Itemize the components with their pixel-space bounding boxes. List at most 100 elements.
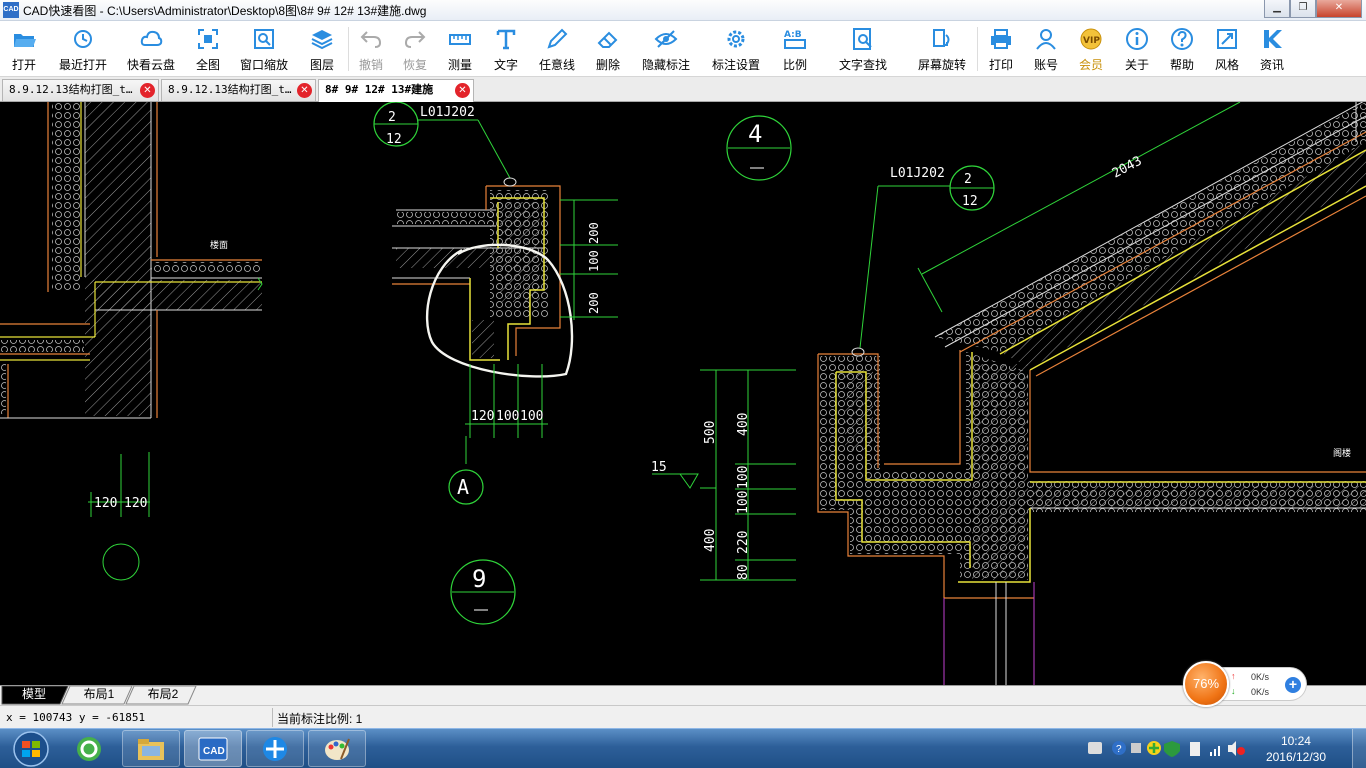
taskbar-explorer-button[interactable] [122, 730, 180, 767]
tab-label: 8.9.12.13结构打图_t… [168, 83, 292, 96]
dim-100-mid: 100 [587, 250, 601, 272]
info-icon [1125, 27, 1149, 51]
keyboard-icon[interactable] [1088, 742, 1102, 754]
close-tab-icon[interactable]: ✕ [455, 83, 470, 98]
toolbar-button-15[interactable]: A:B 比例 [771, 21, 819, 77]
elevation-15: 15 [651, 460, 667, 475]
toolbar-button-label: 账号 [1033, 58, 1058, 72]
volume-muted-icon[interactable] [1228, 741, 1245, 756]
system-tray: ? 10:24 2016/12/30 [1076, 729, 1366, 768]
toolbar-button-16[interactable]: 文字查找 [819, 21, 907, 77]
toolbar-button-22[interactable]: 帮助 [1160, 21, 1204, 77]
note-loft: 阁楼 [1333, 447, 1351, 458]
svg-text:CAD: CAD [203, 746, 225, 757]
ie-icon [77, 736, 101, 761]
shield-tray-icon[interactable] [1164, 741, 1180, 757]
network-speed-widget[interactable]: ↑ 0K/s ↓ 0K/s + 76% [1183, 661, 1308, 707]
status-divider [272, 708, 273, 727]
toolbar-button-14[interactable]: 标注设置 [701, 21, 771, 77]
text-t-icon [494, 27, 518, 51]
toolbar-button-24[interactable]: 资讯 [1250, 21, 1294, 77]
toolbar-button-20[interactable]: VIP 会员 [1068, 21, 1114, 77]
elevation-dimensions [652, 369, 796, 581]
toolbar-button-11[interactable]: 任意线 [529, 21, 585, 77]
taskbar-ie-button[interactable] [60, 730, 118, 767]
toolbar-button-4[interactable]: 全图 [184, 21, 232, 77]
fit-all-icon [196, 27, 220, 51]
close-tab-icon[interactable]: ✕ [140, 83, 155, 98]
taskbar-move-app-button[interactable] [246, 730, 304, 767]
windows-taskbar: CAD ? 10:24 2016/12/30 [0, 728, 1366, 768]
dim-400-bottom: 400 [703, 529, 718, 552]
dim-120-center: 120 [471, 409, 494, 424]
paint-icon [325, 738, 350, 760]
ratio-icon: A:B [783, 27, 807, 51]
folder-open-icon [12, 27, 36, 51]
ref-left-denominator: 12 [386, 132, 402, 147]
toolbar-button-label: 风格 [1214, 58, 1239, 72]
tab-label: 8# 9# 12# 13#建施 [325, 83, 434, 96]
minimize-button[interactable]: ▁ [1264, 0, 1290, 18]
toolbar-button-5[interactable]: 窗口缩放 [232, 21, 296, 77]
pen-icon [545, 27, 569, 51]
tab-document-2[interactable]: 8.9.12.13结构打图_t… ✕ [161, 79, 316, 101]
dim-100-center-a: 100 [496, 409, 519, 424]
tray-arrow-icon[interactable] [1131, 743, 1141, 753]
tab-document-1[interactable]: 8.9.12.13结构打图_t… ✕ [2, 79, 159, 101]
close-window-button[interactable]: ✕ [1316, 0, 1362, 18]
restore-button[interactable]: ❐ [1290, 0, 1316, 18]
cad-icon: CAD [198, 737, 228, 760]
taskbar-cad-button[interactable]: CAD [184, 730, 242, 767]
toolbar-button-6[interactable]: 图层 [296, 21, 348, 77]
toolbar-button-9[interactable]: 测量 [437, 21, 483, 77]
toolbar-button-label: 最近打开 [58, 58, 107, 72]
toolbar-button-1[interactable]: 打开 [0, 21, 48, 77]
toolbar-button-23[interactable]: 风格 [1204, 21, 1250, 77]
device-tray-icon[interactable] [1190, 742, 1200, 756]
toolbar-button-8[interactable]: 恢复 [393, 21, 437, 77]
svg-text:A:B: A:B [784, 30, 802, 40]
clock[interactable]: 10:24 2016/12/30 [1266, 733, 1326, 765]
annotation-scale: 当前标注比例: 1 [277, 712, 363, 726]
clock-date: 2016/12/30 [1265, 750, 1326, 764]
eraser-icon [596, 27, 620, 51]
boost-plus-icon[interactable]: + [1285, 677, 1301, 693]
toolbar-button-label: 资讯 [1259, 58, 1284, 72]
start-button-icon[interactable] [5, 730, 57, 768]
toolbar-button-2[interactable]: 最近打开 [48, 21, 118, 77]
toolbar-button-label: 屏幕旋转 [917, 58, 966, 72]
layout-tabs: 模型 布局1 布局2 [0, 685, 1366, 705]
close-tab-icon[interactable]: ✕ [297, 83, 312, 98]
signal-icon[interactable] [1210, 746, 1220, 756]
layout-tab-layout1[interactable]: 布局1 [68, 686, 130, 704]
layout-tab-model[interactable]: 模型 [4, 686, 64, 704]
toolbar-button-3[interactable]: 快看云盘 [118, 21, 184, 77]
dim-100-e2: 100 [736, 491, 751, 514]
toolbar-button-17[interactable]: 屏幕旋转 [907, 21, 977, 77]
tab-document-3[interactable]: 8# 9# 12# 13#建施 ✕ [318, 79, 474, 102]
toolbar-button-21[interactable]: 关于 [1114, 21, 1160, 77]
layout-tab-layout2[interactable]: 布局2 [132, 686, 194, 704]
title-bar: CAD CAD快速看图 - C:\Users\Administrator\Des… [0, 0, 1366, 21]
toolbar-button-12[interactable]: 删除 [585, 21, 631, 77]
memory-percent-badge[interactable]: 76% [1183, 661, 1229, 707]
drawing-canvas[interactable]: 楼面 120 120 2 12 L01J202 200 100 200 120 … [0, 102, 1366, 685]
show-desktop-button[interactable] [1352, 729, 1366, 768]
layers-icon [310, 27, 334, 51]
toolbar-button-18[interactable]: 打印 [978, 21, 1024, 77]
toolbar-button-10[interactable]: 文字 [483, 21, 529, 77]
toolbar-button-label: 删除 [595, 58, 620, 72]
toolbar-button-13[interactable]: 隐藏标注 [631, 21, 701, 77]
toolbar-button-label: 隐藏标注 [641, 58, 690, 72]
ruler-icon [448, 27, 472, 51]
clock-time: 10:24 [1280, 734, 1311, 748]
undo-icon [359, 27, 383, 51]
window-controls: ▁ ❐ ✕ [1264, 0, 1362, 18]
taskbar-paint-button[interactable] [308, 730, 366, 767]
toolbar-button-label: 打印 [988, 58, 1013, 72]
svg-text:?: ? [1116, 744, 1122, 755]
toolbar-button-19[interactable]: 账号 [1024, 21, 1068, 77]
dim-80: 80 [736, 564, 751, 580]
toolbar-button-7[interactable]: 撤销 [349, 21, 393, 77]
redo-icon [403, 27, 427, 51]
